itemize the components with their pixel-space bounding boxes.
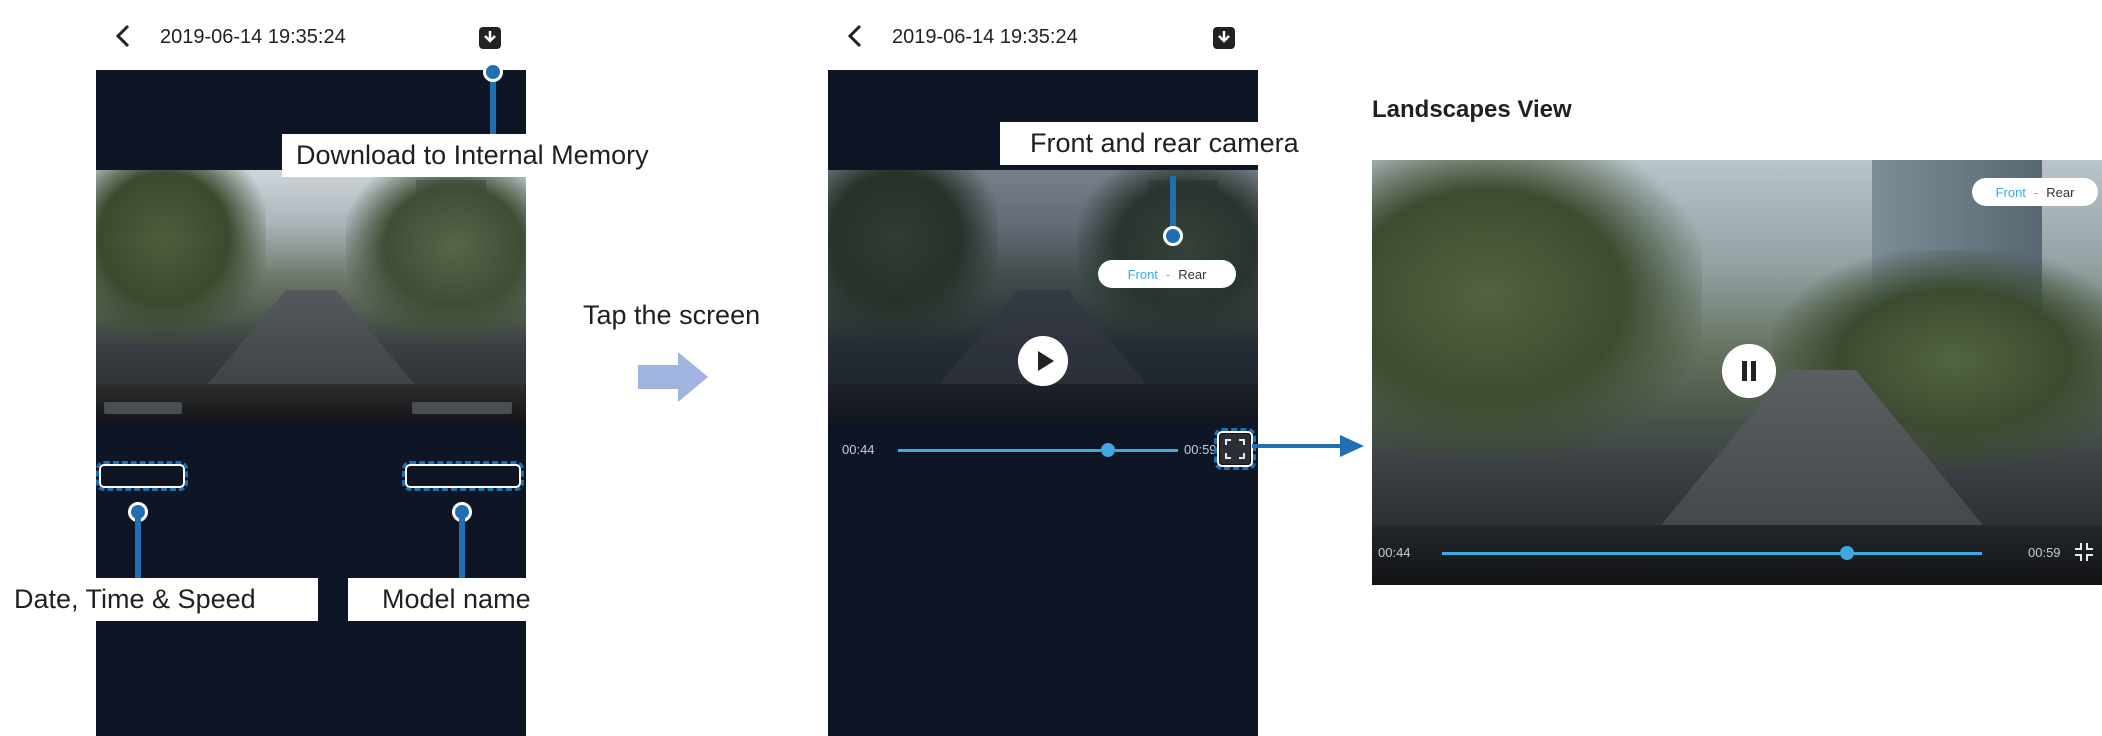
phone-header: 2019-06-14 19:35:24 [828,0,1258,70]
download-icon[interactable] [476,24,504,52]
video-scenery [828,170,998,340]
landscape-view-title: Landscapes View [1372,96,1572,123]
toggle-rear-option[interactable]: Rear [1178,267,1206,282]
recording-timestamp: 2019-06-14 19:35:24 [892,26,1078,48]
toggle-separator: - [2033,184,2039,200]
date-time-speed-leader-line [135,516,141,578]
toggle-rear-option[interactable]: Rear [2046,185,2074,200]
progress-knob[interactable] [1101,443,1115,457]
phone-screen-middle: 2019-06-14 19:35:24 Front - Rear 00:44 0… [828,0,1258,736]
chevron-left-icon[interactable] [110,22,138,50]
pause-icon[interactable] [1722,344,1776,398]
arrow-right-icon [638,352,708,402]
toggle-front-option[interactable]: Front [1996,185,2026,200]
video-scenery [1078,170,1258,340]
date-time-speed-highlight [96,461,188,491]
front-rear-toggle[interactable]: Front - Rear [1972,178,2098,206]
date-time-speed-overlay [104,402,182,414]
front-rear-toggle[interactable]: Front - Rear [1098,260,1236,288]
toggle-separator: - [1165,266,1171,282]
arrow-right-icon [1252,435,1364,457]
download-icon[interactable] [1210,24,1238,52]
video-scenery [346,170,526,340]
video-scenery [96,170,266,340]
progress-bar[interactable] [898,449,1178,452]
play-icon[interactable] [1018,336,1068,386]
phone-header: 2019-06-14 19:35:24 [96,0,526,70]
video-dashboard [828,384,1258,422]
fullscreen-highlight [1214,428,1256,470]
fullscreen-icon[interactable] [2072,540,2096,564]
progress-bar[interactable] [1442,552,1982,555]
download-callout-dot [483,62,503,82]
model-name-highlight [402,461,524,491]
model-name-callout-label: Model name [348,578,596,621]
date-time-speed-callout-label: Date, Time & Speed [0,578,318,621]
front-rear-callout-dot [1163,226,1183,246]
total-time-label: 00:59 [2028,545,2061,560]
recording-timestamp: 2019-06-14 19:35:24 [160,26,346,48]
chevron-left-icon[interactable] [842,22,870,50]
landscape-video-frame[interactable]: Front - Rear 00:44 00:59 [1372,160,2102,585]
total-time-label: 00:59 [1184,442,1217,457]
phone-screen-left: 2019-06-14 19:35:24 [96,0,526,736]
current-time-label: 00:44 [1378,545,1411,560]
video-dashboard [1372,525,2102,585]
toggle-front-option[interactable]: Front [1128,267,1158,282]
progress-knob[interactable] [1840,546,1854,560]
video-scenery [1372,160,1702,460]
front-rear-callout-label: Front and rear camera [1000,122,1334,165]
current-time-label: 00:44 [842,442,875,457]
model-name-leader-line [459,516,465,578]
tap-the-screen-label: Tap the screen [583,300,761,330]
video-frame[interactable] [96,170,526,422]
download-callout-label: Download to Internal Memory [282,134,663,177]
model-name-overlay [412,402,512,414]
